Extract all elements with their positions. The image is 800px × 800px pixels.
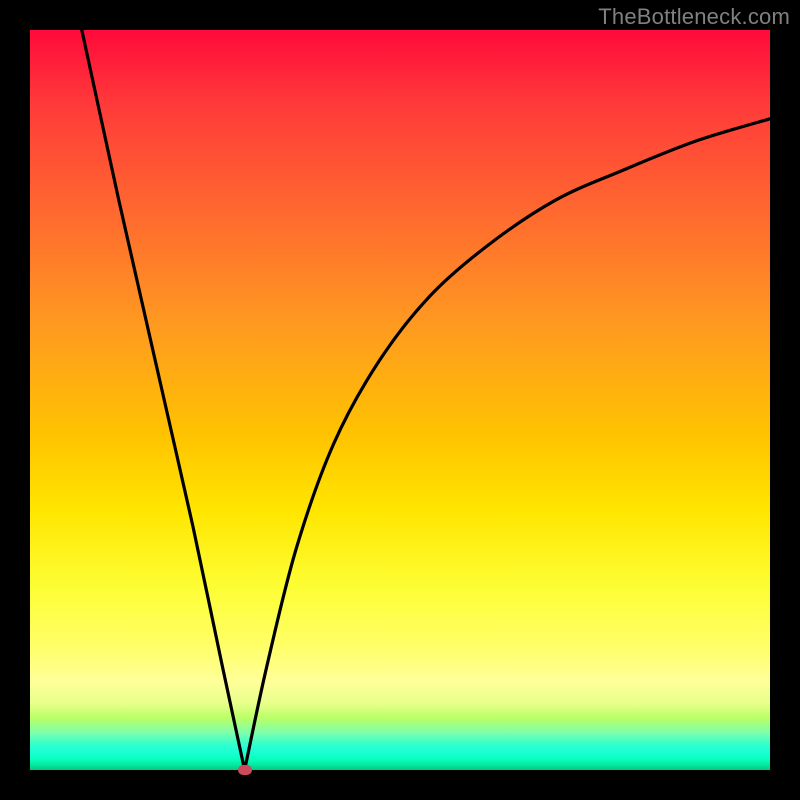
bottleneck-curve xyxy=(30,30,770,770)
minimum-marker xyxy=(238,765,252,775)
plot-area xyxy=(30,30,770,770)
watermark-text: TheBottleneck.com xyxy=(598,4,790,30)
chart-frame: TheBottleneck.com xyxy=(0,0,800,800)
